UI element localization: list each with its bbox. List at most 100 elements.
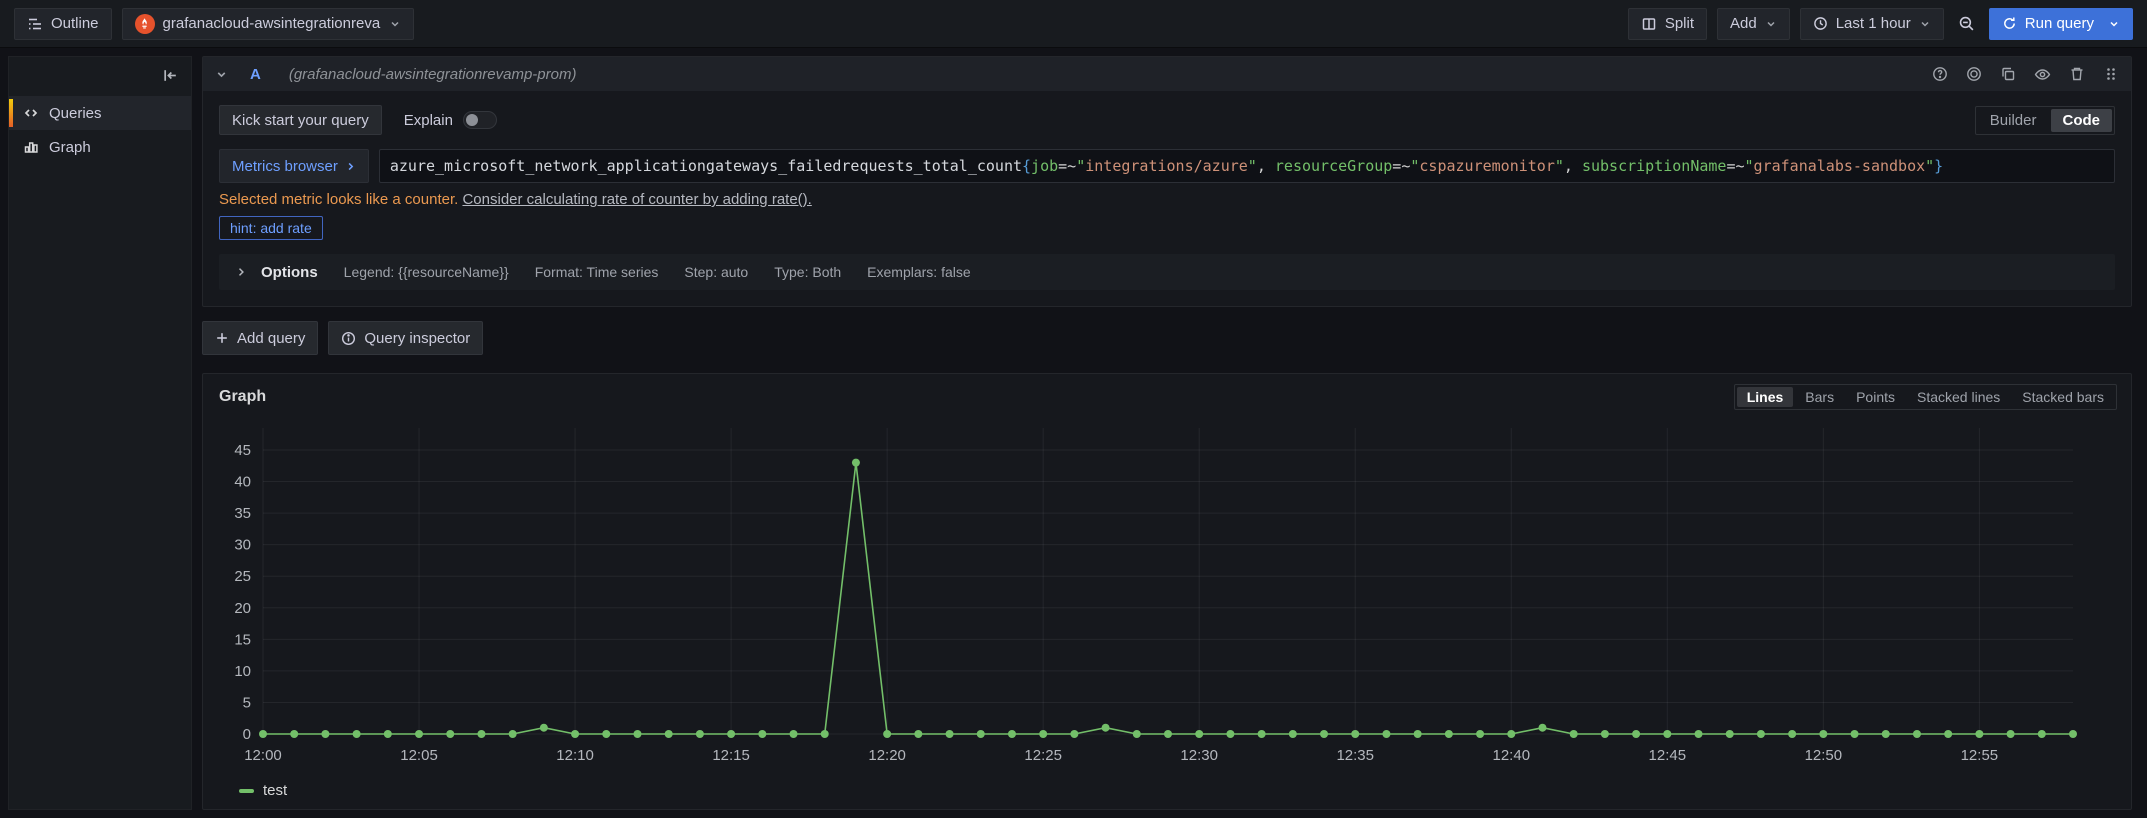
warning-text: Selected metric looks like a counter.	[219, 191, 458, 208]
split-label: Split	[1665, 15, 1694, 32]
sync-icon	[2002, 16, 2017, 31]
remove-query-icon[interactable]	[2069, 66, 2085, 82]
clock-icon	[1813, 16, 1828, 31]
split-button[interactable]: Split	[1628, 8, 1707, 40]
svg-text:25: 25	[234, 568, 251, 585]
query-token: "	[1925, 157, 1934, 175]
explore-toolbar: Outline grafanacloud-awsintegrationrevam…	[0, 0, 2147, 48]
graph-panel-title: Graph	[219, 388, 266, 406]
query-token: "	[1076, 157, 1085, 175]
chevron-down-icon[interactable]	[215, 68, 228, 81]
sidebar-item-queries[interactable]: Queries	[9, 96, 191, 130]
metrics-browser-button[interactable]: Metrics browser	[219, 149, 369, 183]
disable-query-icon[interactable]	[1966, 66, 1982, 82]
copy-query-icon[interactable]	[2000, 66, 2016, 82]
svg-text:35: 35	[234, 505, 251, 522]
svg-text:12:50: 12:50	[1805, 747, 1843, 764]
svg-text:12:15: 12:15	[712, 747, 750, 764]
query-row-header[interactable]: A (grafanacloud-awsintegrationrevamp-pro…	[203, 57, 2131, 91]
plus-icon	[215, 331, 229, 345]
svg-text:10: 10	[234, 663, 251, 680]
query-token: =~	[1392, 157, 1410, 175]
query-token: job	[1031, 157, 1058, 175]
time-series-chart[interactable]: 05101520253035404512:0012:0512:1012:1512…	[217, 422, 2097, 774]
option-type: Type: Both	[774, 264, 841, 280]
svg-text:5: 5	[243, 694, 251, 711]
legend-series-marker	[239, 789, 254, 793]
builder-mode-button[interactable]: Builder	[1978, 109, 2049, 132]
query-token: "	[1248, 157, 1257, 175]
query-token: subscriptionName	[1582, 157, 1727, 175]
legend-series-label: test	[263, 782, 287, 799]
zoom-out-button[interactable]	[1954, 8, 1979, 40]
editor-mode-switch: Builder Code	[1975, 106, 2115, 135]
option-format: Format: Time series	[535, 264, 659, 280]
query-ref-id: A	[250, 66, 261, 83]
svg-text:15: 15	[234, 631, 251, 648]
add-button[interactable]: Add	[1717, 8, 1790, 40]
graph-mode-points[interactable]: Points	[1846, 387, 1905, 407]
explain-label: Explain	[404, 112, 453, 129]
code-mode-button[interactable]: Code	[2051, 109, 2113, 132]
svg-text:12:05: 12:05	[400, 747, 438, 764]
info-circle-icon	[341, 331, 356, 346]
graph-mode-lines[interactable]: Lines	[1737, 387, 1794, 407]
query-token: "	[1745, 157, 1754, 175]
hide-response-icon[interactable]	[2034, 66, 2051, 83]
time-range-label: Last 1 hour	[1836, 15, 1911, 32]
chevron-right-icon	[235, 266, 247, 278]
promql-query-input[interactable]: azure_microsoft_network_applicationgatew…	[379, 149, 2115, 183]
warning-rate-link[interactable]: Consider calculating rate of counter by …	[462, 191, 811, 208]
add-query-button[interactable]: Add query	[202, 321, 318, 355]
run-query-button[interactable]: Run query	[1989, 8, 2133, 40]
kick-start-label: Kick start your query	[232, 112, 369, 129]
svg-text:45: 45	[234, 442, 251, 459]
prometheus-icon	[135, 14, 155, 34]
svg-text:12:35: 12:35	[1336, 747, 1374, 764]
option-exemplars: Exemplars: false	[867, 264, 970, 280]
zoom-out-icon	[1958, 15, 1975, 32]
drag-handle-icon[interactable]	[2103, 66, 2119, 82]
time-range-picker[interactable]: Last 1 hour	[1800, 8, 1944, 40]
chevron-down-icon	[1765, 18, 1777, 30]
svg-text:0: 0	[243, 726, 251, 743]
options-label: Options	[261, 264, 318, 281]
query-token: resourceGroup	[1275, 157, 1392, 175]
graph-mode-stacked-lines[interactable]: Stacked lines	[1907, 387, 2010, 407]
query-options-row[interactable]: Options Legend: {{resourceName}} Format:…	[219, 254, 2115, 290]
outline-button[interactable]: Outline	[14, 8, 112, 40]
query-token: ,	[1564, 157, 1582, 175]
svg-text:20: 20	[234, 600, 251, 617]
query-token: }	[1934, 157, 1943, 175]
svg-text:30: 30	[234, 537, 251, 554]
graph-mode-bars[interactable]: Bars	[1795, 387, 1844, 407]
query-token: grafanalabs-sandbox	[1754, 157, 1926, 175]
option-step: Step: auto	[684, 264, 748, 280]
help-icon[interactable]	[1932, 66, 1948, 82]
chevron-right-icon	[345, 161, 356, 172]
svg-text:12:30: 12:30	[1180, 747, 1218, 764]
query-token: azure_microsoft_network_applicationgatew…	[390, 157, 1022, 175]
datasource-picker[interactable]: grafanacloud-awsintegrationrevamp-prom	[122, 8, 414, 40]
content-outline-sidebar: Queries Graph	[8, 56, 192, 810]
svg-text:12:20: 12:20	[868, 747, 906, 764]
collapse-outline-icon[interactable]	[162, 67, 179, 84]
sidebar-item-label: Queries	[49, 105, 102, 122]
split-icon	[1641, 16, 1657, 32]
sidebar-item-graph[interactable]: Graph	[9, 130, 191, 164]
sidebar-item-label: Graph	[49, 139, 91, 156]
query-inspector-label: Query inspector	[364, 330, 470, 347]
svg-text:12:10: 12:10	[556, 747, 594, 764]
kick-start-query-button[interactable]: Kick start your query	[219, 105, 382, 135]
legend-item-test[interactable]: test	[239, 782, 2117, 799]
chevron-down-icon	[389, 18, 401, 30]
explain-toggle[interactable]	[463, 111, 497, 129]
datasource-name: grafanacloud-awsintegrationrevamp-prom	[163, 15, 381, 32]
query-inspector-button[interactable]: Query inspector	[328, 321, 483, 355]
hint-add-rate-button[interactable]: hint: add rate	[219, 216, 323, 240]
query-token: {	[1022, 157, 1031, 175]
chevron-down-icon	[2108, 18, 2120, 30]
graph-mode-stacked-bars[interactable]: Stacked bars	[2012, 387, 2114, 407]
svg-text:12:55: 12:55	[1961, 747, 1999, 764]
run-query-label: Run query	[2025, 15, 2094, 32]
